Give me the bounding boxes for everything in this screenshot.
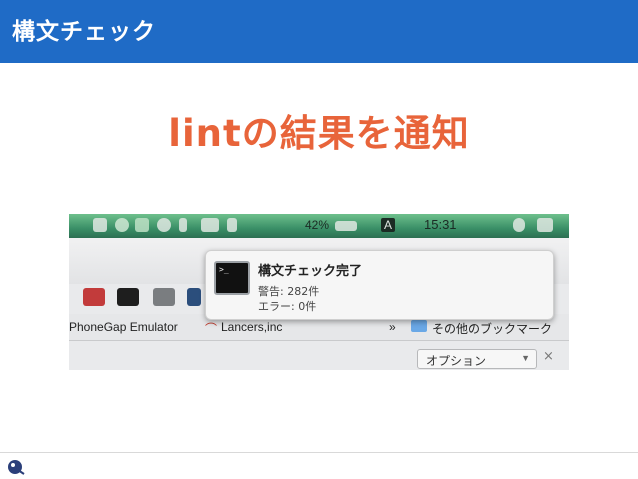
- footer-divider: [0, 452, 638, 453]
- close-icon[interactable]: ×: [543, 349, 554, 364]
- menubar-clock[interactable]: 15:31: [424, 217, 457, 232]
- slide-title: 構文チェック: [12, 19, 156, 45]
- volume-icon[interactable]: [227, 218, 237, 232]
- options-select-label: オプション: [426, 354, 487, 368]
- battery-percent: 42%: [305, 218, 330, 232]
- time-machine-icon[interactable]: [157, 218, 171, 232]
- extension-icon-g[interactable]: [187, 288, 201, 306]
- slide-headline: lintの結果を通知: [168, 112, 470, 155]
- bookmark-favicon-icon: ⌒: [205, 322, 218, 336]
- extension-icon-dark[interactable]: [117, 288, 139, 306]
- options-select[interactable]: オプション ▼: [417, 349, 537, 369]
- folder-icon: [411, 320, 427, 332]
- cast-icon[interactable]: [153, 288, 175, 306]
- notification-center-icon[interactable]: [537, 218, 553, 232]
- sync-icon[interactable]: [115, 218, 129, 232]
- notification-popup[interactable]: >_ 構文チェック完了 警告: 282件 エラー: 0件: [205, 250, 554, 320]
- bookmarks-more-chevron[interactable]: »: [389, 320, 396, 334]
- mac-menubar: 42% A 15:31: [69, 214, 569, 238]
- notification-warnings: 警告: 282件: [258, 285, 320, 298]
- terminal-icon: >_: [214, 261, 250, 295]
- app-icon[interactable]: [93, 218, 107, 232]
- extension-icon-mask[interactable]: [83, 288, 105, 306]
- bookmark-phonegap[interactable]: PhoneGap Emulator: [69, 320, 178, 334]
- terminal-prompt: >_: [219, 265, 229, 274]
- battery-icon[interactable]: [335, 221, 357, 231]
- bookmark-lancers[interactable]: Lancers,inc: [221, 320, 282, 334]
- embedded-screenshot: 42% A 15:31 PhoneGap Emulator ⌒ Lancers,…: [69, 214, 569, 370]
- wifi-icon[interactable]: [201, 218, 219, 232]
- notification-errors: エラー: 0件: [258, 300, 317, 313]
- spotlight-icon[interactable]: [513, 218, 525, 232]
- notification-title: 構文チェック完了: [258, 264, 363, 279]
- input-source-indicator[interactable]: A: [381, 218, 396, 232]
- chevron-down-icon: ▼: [521, 353, 530, 363]
- slide-header: 構文チェック: [0, 0, 638, 63]
- bookmark-other-folder[interactable]: その他のブックマーク: [432, 320, 552, 337]
- footer-logo-icon: [8, 460, 25, 475]
- evernote-icon[interactable]: [135, 218, 149, 232]
- bluetooth-icon[interactable]: [179, 218, 187, 232]
